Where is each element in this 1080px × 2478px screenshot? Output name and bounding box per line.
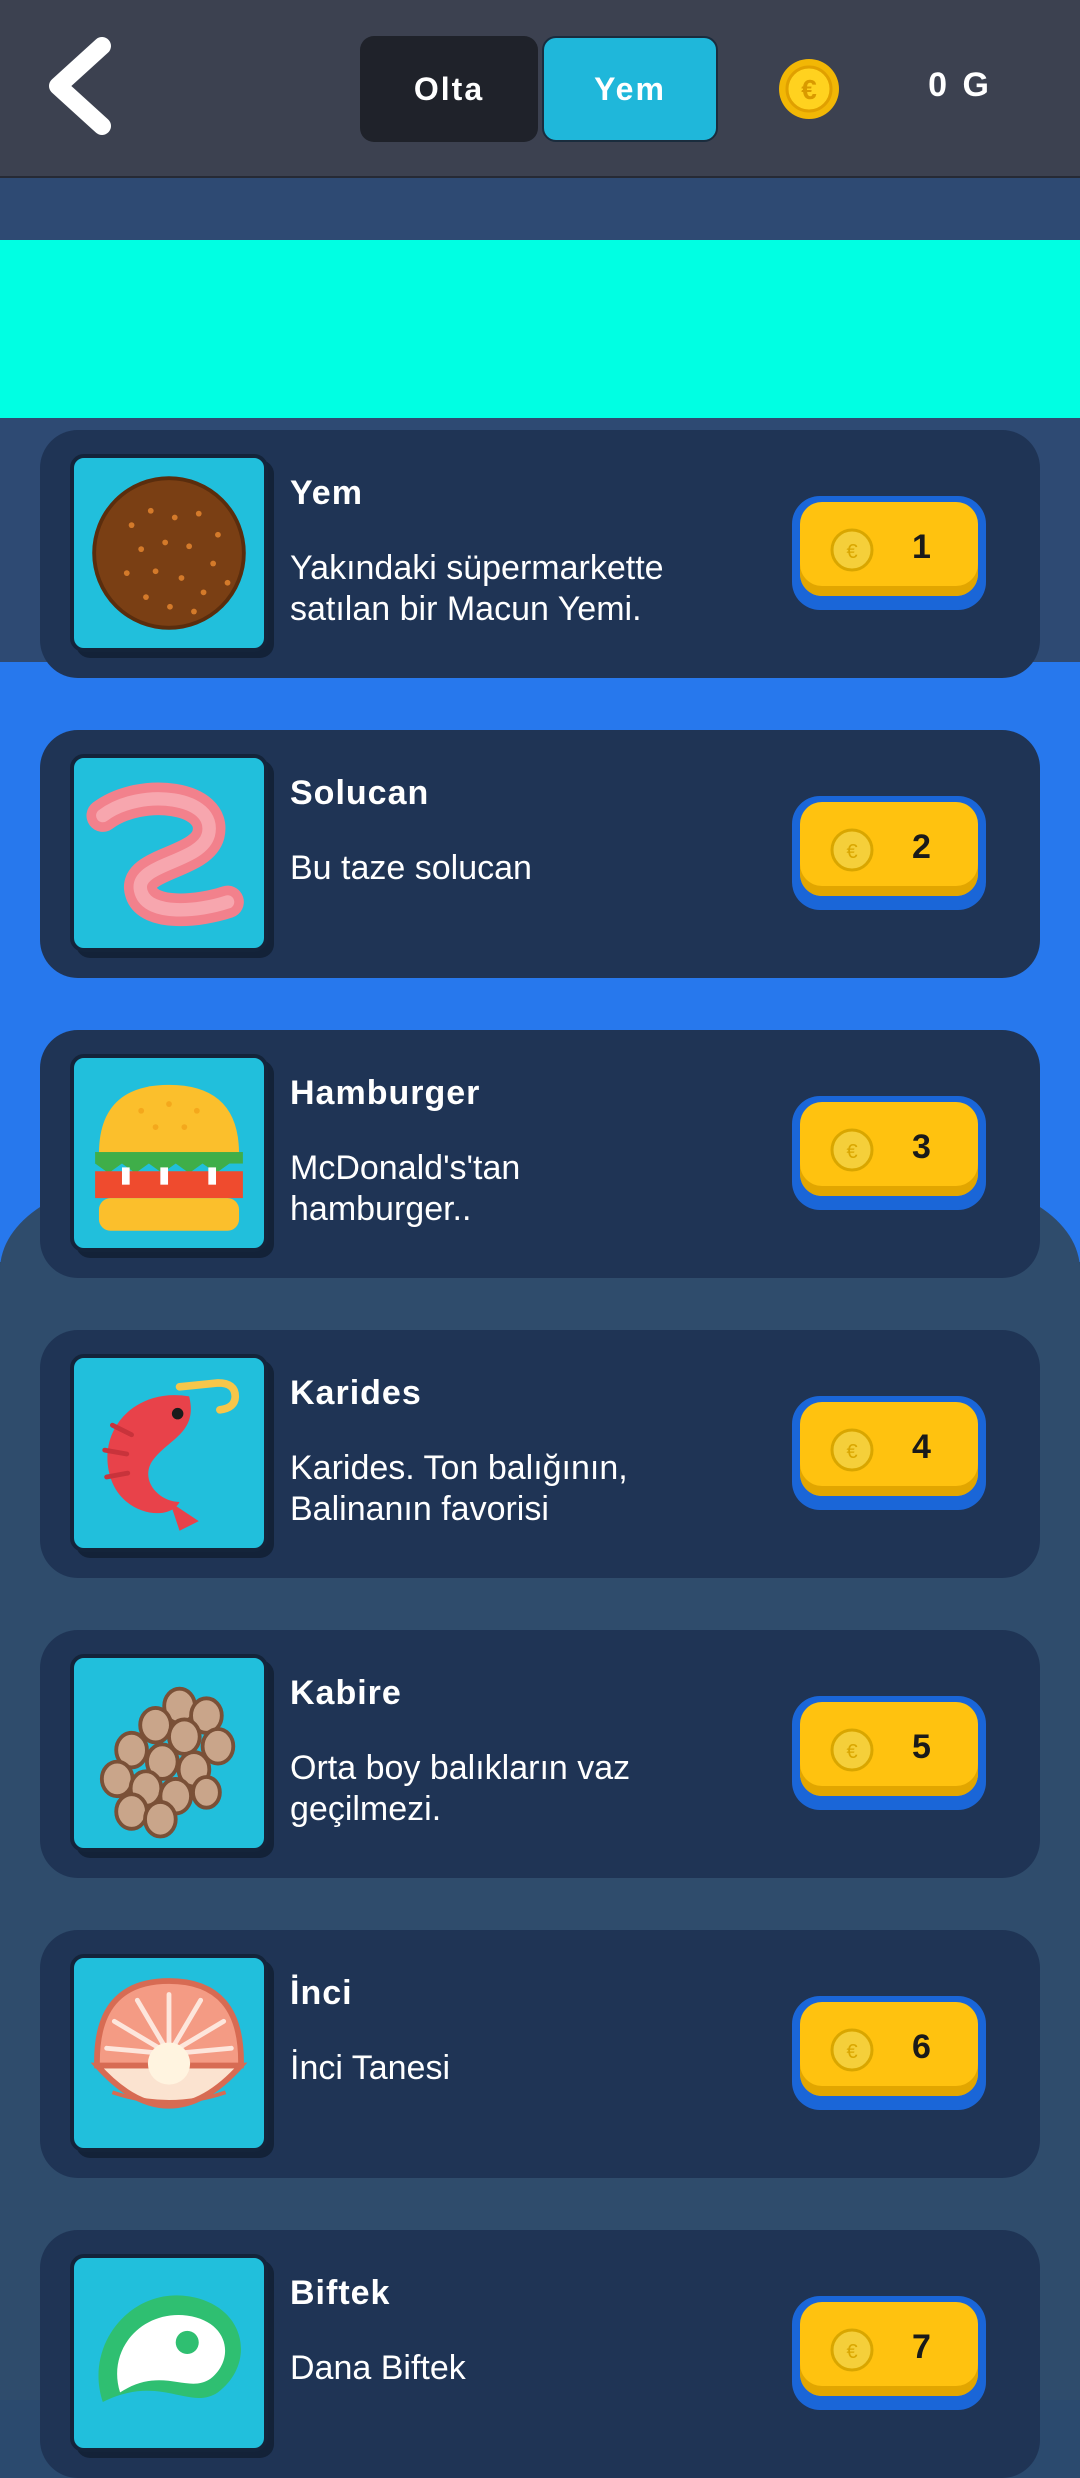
buy-button[interactable]: € 3 — [792, 1096, 986, 1210]
item-price: 7 — [912, 2328, 931, 2366]
buy-button[interactable]: € 1 — [792, 496, 986, 610]
top-bar: Olta Yem € 0 G — [0, 0, 1080, 178]
item-price: 1 — [912, 528, 931, 566]
item-description: İnci Tanesi — [290, 2049, 451, 2087]
coin-icon: € — [830, 528, 874, 572]
item-description: Dana Biftek — [290, 2349, 466, 2387]
buy-button-face: € 4 — [800, 1402, 978, 1496]
coin-icon: € — [830, 828, 874, 872]
worm-icon — [70, 754, 268, 952]
hamburger-icon — [70, 1054, 268, 1252]
buy-button-face: € 1 — [800, 502, 978, 596]
item-price: 3 — [912, 1128, 931, 1166]
shop-item: Karides Karides. Ton balığının, Balinanı… — [40, 1330, 1040, 1578]
ad-banner[interactable] — [0, 240, 1080, 418]
buy-button[interactable]: € 2 — [792, 796, 986, 910]
coin-icon: € — [830, 2028, 874, 2072]
item-description: Orta boy balıkların vaz geçilmezi. — [290, 1749, 631, 1828]
pearl-icon — [70, 1954, 268, 2152]
svg-text:€: € — [846, 2041, 857, 2063]
gold-balance: 0 G — [928, 66, 992, 104]
item-name: Biftek — [290, 2274, 391, 2312]
buy-button[interactable]: € 6 — [792, 1996, 986, 2110]
coin-icon: € — [830, 1428, 874, 1472]
bait-paste-icon — [70, 454, 268, 652]
buy-button[interactable]: € 7 — [792, 2296, 986, 2410]
shop-item: İnci İnci Tanesi € 6 — [40, 1930, 1040, 2178]
item-description: McDonald's'tan hamburger.. — [290, 1149, 521, 1228]
svg-text:€: € — [846, 541, 857, 563]
item-price: 4 — [912, 1428, 931, 1466]
item-description: Karides. Ton balığının, Balinanın favori… — [290, 1449, 628, 1528]
buy-button-face: € 6 — [800, 2002, 978, 2096]
svg-text:€: € — [846, 841, 857, 863]
item-name: İnci — [290, 1974, 353, 2012]
item-price: 6 — [912, 2028, 931, 2066]
svg-text:€: € — [846, 1141, 857, 1163]
tab-olta[interactable]: Olta — [360, 36, 538, 142]
coin-icon: € — [830, 1128, 874, 1172]
item-name: Kabire — [290, 1674, 402, 1712]
buy-button[interactable]: € 4 — [792, 1396, 986, 1510]
item-price: 5 — [912, 1728, 931, 1766]
buy-button-face: € 5 — [800, 1702, 978, 1796]
shop-item: Biftek Dana Biftek € 7 — [40, 2230, 1040, 2478]
buy-button-face: € 2 — [800, 802, 978, 896]
shop-item: Hamburger McDonald's'tan hamburger.. € 3 — [40, 1030, 1040, 1278]
roe-icon — [70, 1654, 268, 1852]
item-description: Bu taze solucan — [290, 849, 532, 887]
buy-button[interactable]: € 5 — [792, 1696, 986, 1810]
item-name: Yem — [290, 474, 363, 512]
coin-icon: € — [778, 58, 840, 120]
back-icon[interactable] — [40, 36, 124, 136]
svg-text:€: € — [846, 1741, 857, 1763]
shop-item: Solucan Bu taze solucan € 2 — [40, 730, 1040, 978]
buy-button-face: € 3 — [800, 1102, 978, 1196]
steak-icon — [70, 2254, 268, 2452]
svg-text:€: € — [846, 2341, 857, 2363]
shrimp-icon — [70, 1354, 268, 1552]
item-name: Hamburger — [290, 1074, 481, 1112]
svg-text:€: € — [801, 74, 817, 105]
item-description: Yakındaki süpermarkette satılan bir Macu… — [290, 549, 664, 628]
svg-text:€: € — [846, 1441, 857, 1463]
item-price: 2 — [912, 828, 931, 866]
shop-item: Yem Yakındaki süpermarkette satılan bir … — [40, 430, 1040, 678]
shop-item: Kabire Orta boy balıkların vaz geçilmezi… — [40, 1630, 1040, 1878]
tab-yem[interactable]: Yem — [542, 36, 718, 142]
item-name: Karides — [290, 1374, 422, 1412]
buy-button-face: € 7 — [800, 2302, 978, 2396]
coin-icon: € — [830, 2328, 874, 2372]
item-name: Solucan — [290, 774, 430, 812]
coin-icon: € — [830, 1728, 874, 1772]
